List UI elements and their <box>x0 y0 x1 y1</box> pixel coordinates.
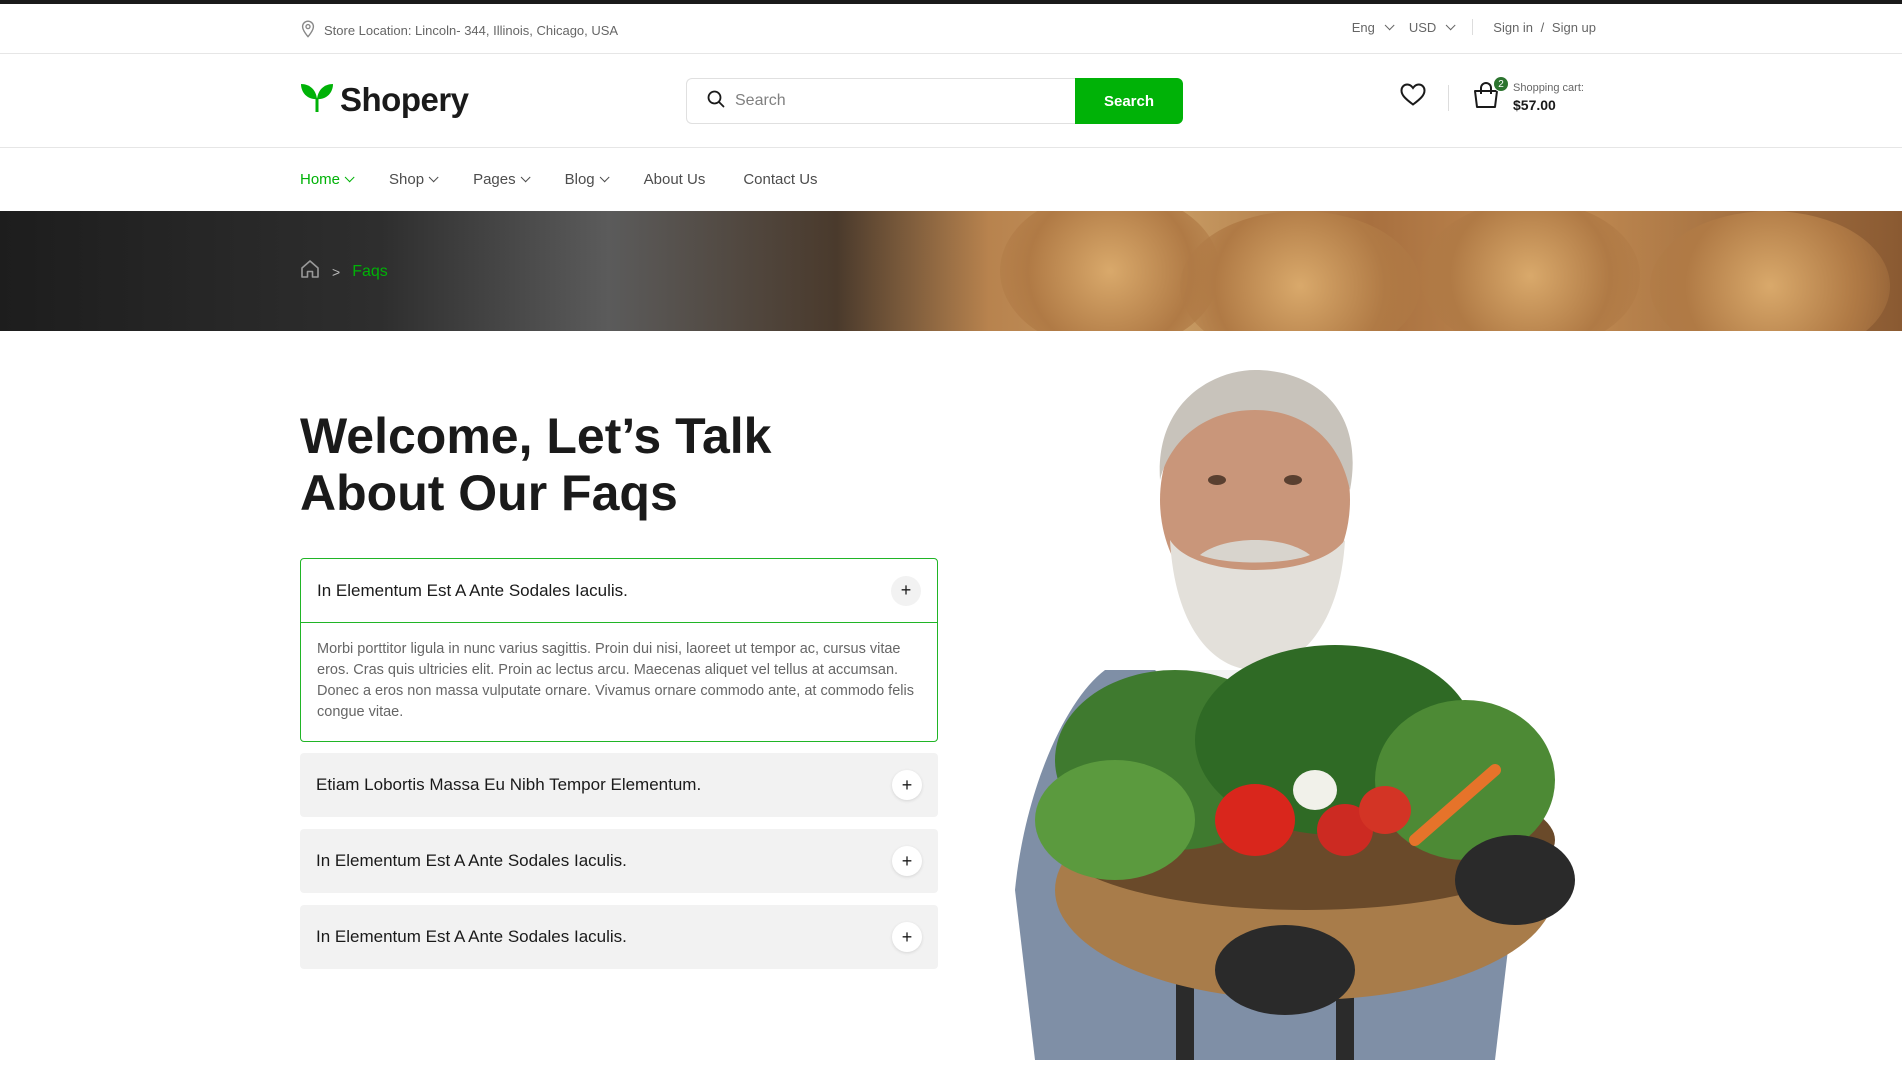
faq-question: In Elementum Est A Ante Sodales Iaculis. <box>316 927 627 946</box>
chevron-down-icon <box>428 172 439 183</box>
cart-summary: Shopping cart: $57.00 <box>1513 82 1584 113</box>
faq-question: In Elementum Est A Ante Sodales Iaculis. <box>316 851 627 870</box>
nav-item-label: Home <box>300 171 341 188</box>
main-nav: Home Shop Pages Blog About Us Contact Us <box>0 149 1902 211</box>
nav-item-label: Blog <box>564 171 595 188</box>
logo[interactable]: Shopery <box>300 81 469 119</box>
breadcrumb: > Faqs <box>300 259 388 284</box>
search-button[interactable]: Search <box>1075 78 1183 124</box>
faq-question-toggle[interactable]: In Elementum Est A Ante Sodales Iaculis.… <box>301 559 937 623</box>
store-location: Store Location: Lincoln- 344, Illinois, … <box>300 20 618 41</box>
banner-cookie-texture <box>1650 211 1890 331</box>
leaf-logo-icon <box>300 82 334 119</box>
faq-item: Etiam Lobortis Massa Eu Nibh Tempor Elem… <box>300 753 938 817</box>
nav-item-label: Shop <box>389 171 425 188</box>
cart-total: $57.00 <box>1513 97 1556 113</box>
page-title-line-2: About Our Faqs <box>300 465 678 521</box>
search-icon <box>707 90 725 113</box>
nav-item-home[interactable]: Home <box>300 171 355 188</box>
header-divider <box>1448 84 1449 111</box>
main-header: Shopery Search 2 Shopping cart: $57.00 <box>0 54 1902 148</box>
banner-cookie-texture <box>1180 211 1420 331</box>
page-title: Welcome, Let’s Talk About Our Faqs <box>300 408 771 522</box>
chevron-down-icon <box>344 172 355 183</box>
sign-up-link[interactable]: Sign up <box>1552 20 1596 35</box>
currency-select[interactable]: USD <box>1408 19 1456 35</box>
map-pin-icon <box>300 20 316 41</box>
chevron-down-icon <box>1384 19 1395 30</box>
plus-icon[interactable]: + <box>892 770 922 800</box>
plus-icon[interactable]: + <box>892 922 922 952</box>
auth-links: Sign in / Sign up <box>1493 20 1596 35</box>
breadcrumb-current: Faqs <box>352 262 388 280</box>
chevron-down-icon <box>1445 19 1456 30</box>
cart-count-badge: 2 <box>1493 76 1509 92</box>
shopping-cart[interactable]: 2 Shopping cart: $57.00 <box>1471 76 1584 115</box>
top-bar: Store Location: Lincoln- 344, Illinois, … <box>0 4 1902 54</box>
topbar-divider <box>1472 19 1474 35</box>
plus-icon[interactable]: + <box>891 575 921 606</box>
cart-label: Shopping cart: <box>1513 82 1584 94</box>
farmer-with-vegetable-basket-image <box>955 370 1615 1060</box>
header-actions: 2 Shopping cart: $57.00 <box>1400 76 1584 115</box>
heart-icon[interactable] <box>1400 83 1426 112</box>
faq-question-toggle[interactable]: In Elementum Est A Ante Sodales Iaculis.… <box>300 905 938 969</box>
plus-icon[interactable]: + <box>892 846 922 876</box>
language-value: Eng <box>1351 19 1375 35</box>
nav-item-about-us[interactable]: About Us <box>644 171 706 188</box>
faq-item: In Elementum Est A Ante Sodales Iaculis.… <box>300 829 938 893</box>
nav-item-label: Contact Us <box>743 171 818 188</box>
page-title-line-1: Welcome, Let’s Talk <box>300 408 772 464</box>
nav-item-pages[interactable]: Pages <box>473 171 531 188</box>
chevron-down-icon <box>599 172 610 183</box>
search-input[interactable] <box>735 92 1075 110</box>
breadcrumb-separator: > <box>332 263 341 280</box>
store-location-text: Store Location: Lincoln- 344, Illinois, … <box>324 23 619 38</box>
faq-question-toggle[interactable]: In Elementum Est A Ante Sodales Iaculis.… <box>300 829 938 893</box>
home-icon[interactable] <box>300 259 320 284</box>
faq-item: In Elementum Est A Ante Sodales Iaculis.… <box>300 905 938 969</box>
nav-item-contact-us[interactable]: Contact Us <box>743 171 817 188</box>
faq-item: In Elementum Est A Ante Sodales Iaculis.… <box>300 558 938 742</box>
search-bar: Search <box>686 78 1183 124</box>
logo-text: Shopery <box>340 81 469 118</box>
chevron-down-icon <box>520 172 531 183</box>
faq-question: In Elementum Est A Ante Sodales Iaculis. <box>317 580 628 600</box>
banner-cookie-texture <box>1420 211 1640 331</box>
auth-divider: / <box>1540 19 1545 35</box>
faq-answer: Morbi porttitor ligula in nunc varius sa… <box>317 641 914 720</box>
page-banner: > Faqs <box>0 211 1902 331</box>
sign-in-link[interactable]: Sign in <box>1493 20 1533 35</box>
search-field-wrap <box>686 78 1075 124</box>
nav-item-shop[interactable]: Shop <box>389 171 439 188</box>
nav-item-label: About Us <box>643 171 706 188</box>
faq-question-toggle[interactable]: Etiam Lobortis Massa Eu Nibh Tempor Elem… <box>300 753 938 817</box>
faq-question: Etiam Lobortis Massa Eu Nibh Tempor Elem… <box>316 775 702 794</box>
language-select[interactable]: Eng <box>1351 19 1395 35</box>
currency-value: USD <box>1408 19 1437 35</box>
nav-item-blog[interactable]: Blog <box>564 171 610 188</box>
nav-item-label: Pages <box>473 171 516 188</box>
